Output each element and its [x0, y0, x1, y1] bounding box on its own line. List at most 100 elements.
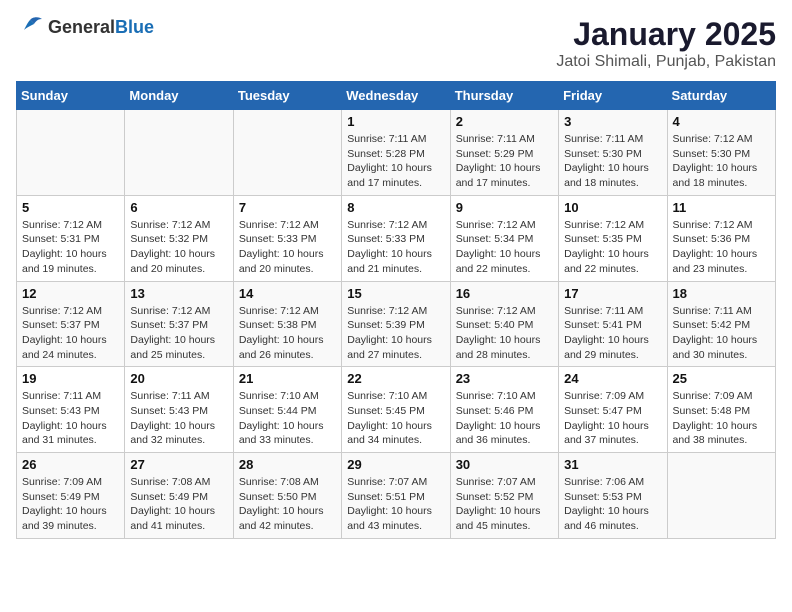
day-number: 14 [239, 286, 336, 301]
calendar-cell: 6 Sunrise: 7:12 AM Sunset: 5:32 PM Daylig… [125, 195, 233, 281]
calendar-header: SundayMondayTuesdayWednesdayThursdayFrid… [17, 82, 776, 110]
day-info: Sunrise: 7:06 AM Sunset: 5:53 PM Dayligh… [564, 475, 661, 534]
calendar-cell: 18 Sunrise: 7:11 AM Sunset: 5:42 PM Dayli… [667, 281, 775, 367]
day-info: Sunrise: 7:11 AM Sunset: 5:42 PM Dayligh… [673, 304, 770, 363]
weekday-header-friday: Friday [559, 82, 667, 110]
day-number: 31 [564, 457, 661, 472]
calendar-cell [667, 453, 775, 539]
calendar-week-row: 1Sunrise: 7:11 AM Sunset: 5:28 PM Daylig… [17, 110, 776, 196]
day-number: 7 [239, 200, 336, 215]
logo: GeneralBlue [16, 16, 154, 38]
weekday-header-saturday: Saturday [667, 82, 775, 110]
calendar-cell: 12 Sunrise: 7:12 AM Sunset: 5:37 PM Dayli… [17, 281, 125, 367]
page-header: GeneralBlue January 2025 Jatoi Shimali, … [16, 16, 776, 71]
day-number: 13 [130, 286, 227, 301]
day-info: Sunrise: 7:10 AM Sunset: 5:46 PM Dayligh… [456, 389, 553, 448]
day-info: Sunrise: 7:09 AM Sunset: 5:49 PM Dayligh… [22, 475, 119, 534]
logo-general: General [48, 17, 115, 37]
day-info: Sunrise: 7:11 AM Sunset: 5:41 PM Dayligh… [564, 304, 661, 363]
day-info: Sunrise: 7:12 AM Sunset: 5:37 PM Dayligh… [22, 304, 119, 363]
day-info: Sunrise: 7:09 AM Sunset: 5:47 PM Dayligh… [564, 389, 661, 448]
day-info: Sunrise: 7:12 AM Sunset: 5:35 PM Dayligh… [564, 218, 661, 277]
calendar-week-row: 26 Sunrise: 7:09 AM Sunset: 5:49 PM Dayli… [17, 453, 776, 539]
day-number: 2 [456, 114, 553, 129]
calendar-week-row: 5 Sunrise: 7:12 AM Sunset: 5:31 PM Daylig… [17, 195, 776, 281]
calendar-cell: 28 Sunrise: 7:08 AM Sunset: 5:50 PM Dayli… [233, 453, 341, 539]
day-info: Sunrise: 7:12 AM Sunset: 5:30 PM Dayligh… [673, 132, 770, 191]
day-info: Sunrise: 7:12 AM Sunset: 5:31 PM Dayligh… [22, 218, 119, 277]
calendar-subtitle: Jatoi Shimali, Punjab, Pakistan [556, 53, 776, 71]
calendar-cell: 30 Sunrise: 7:07 AM Sunset: 5:52 PM Dayli… [450, 453, 558, 539]
calendar-cell: 9 Sunrise: 7:12 AM Sunset: 5:34 PM Daylig… [450, 195, 558, 281]
day-info: Sunrise: 7:08 AM Sunset: 5:50 PM Dayligh… [239, 475, 336, 534]
calendar-cell: 13 Sunrise: 7:12 AM Sunset: 5:37 PM Dayli… [125, 281, 233, 367]
day-info: Sunrise: 7:11 AM Sunset: 5:30 PM Dayligh… [564, 132, 661, 191]
day-info: Sunrise: 7:10 AM Sunset: 5:45 PM Dayligh… [347, 389, 444, 448]
calendar-cell: 17 Sunrise: 7:11 AM Sunset: 5:41 PM Dayli… [559, 281, 667, 367]
calendar-cell: 26 Sunrise: 7:09 AM Sunset: 5:49 PM Dayli… [17, 453, 125, 539]
day-info: Sunrise: 7:07 AM Sunset: 5:52 PM Dayligh… [456, 475, 553, 534]
calendar-week-row: 12 Sunrise: 7:12 AM Sunset: 5:37 PM Dayli… [17, 281, 776, 367]
day-number: 16 [456, 286, 553, 301]
day-info: Sunrise: 7:12 AM Sunset: 5:39 PM Dayligh… [347, 304, 444, 363]
calendar-cell: 5 Sunrise: 7:12 AM Sunset: 5:31 PM Daylig… [17, 195, 125, 281]
day-info: Sunrise: 7:12 AM Sunset: 5:33 PM Dayligh… [239, 218, 336, 277]
calendar-cell: 16 Sunrise: 7:12 AM Sunset: 5:40 PM Dayli… [450, 281, 558, 367]
day-number: 9 [456, 200, 553, 215]
day-info: Sunrise: 7:11 AM Sunset: 5:43 PM Dayligh… [130, 389, 227, 448]
day-number: 18 [673, 286, 770, 301]
title-block: January 2025 Jatoi Shimali, Punjab, Paki… [556, 16, 776, 71]
day-number: 23 [456, 371, 553, 386]
day-info: Sunrise: 7:10 AM Sunset: 5:44 PM Dayligh… [239, 389, 336, 448]
day-number: 4 [673, 114, 770, 129]
weekday-header-thursday: Thursday [450, 82, 558, 110]
day-number: 22 [347, 371, 444, 386]
calendar-cell [233, 110, 341, 196]
day-number: 12 [22, 286, 119, 301]
day-number: 8 [347, 200, 444, 215]
day-number: 1 [347, 114, 444, 129]
day-info: Sunrise: 7:12 AM Sunset: 5:37 PM Dayligh… [130, 304, 227, 363]
calendar-body: 1Sunrise: 7:11 AM Sunset: 5:28 PM Daylig… [17, 110, 776, 539]
day-number: 10 [564, 200, 661, 215]
day-number: 19 [22, 371, 119, 386]
weekday-row: SundayMondayTuesdayWednesdayThursdayFrid… [17, 82, 776, 110]
calendar-cell: 20 Sunrise: 7:11 AM Sunset: 5:43 PM Dayli… [125, 367, 233, 453]
calendar-cell: 24Sunrise: 7:09 AM Sunset: 5:47 PM Dayli… [559, 367, 667, 453]
day-number: 20 [130, 371, 227, 386]
day-number: 26 [22, 457, 119, 472]
calendar-cell: 14 Sunrise: 7:12 AM Sunset: 5:38 PM Dayli… [233, 281, 341, 367]
calendar-table: SundayMondayTuesdayWednesdayThursdayFrid… [16, 81, 776, 539]
day-info: Sunrise: 7:12 AM Sunset: 5:32 PM Dayligh… [130, 218, 227, 277]
day-info: Sunrise: 7:08 AM Sunset: 5:49 PM Dayligh… [130, 475, 227, 534]
day-info: Sunrise: 7:12 AM Sunset: 5:34 PM Dayligh… [456, 218, 553, 277]
day-info: Sunrise: 7:12 AM Sunset: 5:38 PM Dayligh… [239, 304, 336, 363]
day-info: Sunrise: 7:12 AM Sunset: 5:40 PM Dayligh… [456, 304, 553, 363]
day-info: Sunrise: 7:09 AM Sunset: 5:48 PM Dayligh… [673, 389, 770, 448]
calendar-cell: 27 Sunrise: 7:08 AM Sunset: 5:49 PM Dayli… [125, 453, 233, 539]
logo-icon [16, 16, 44, 38]
calendar-cell: 8 Sunrise: 7:12 AM Sunset: 5:33 PM Daylig… [342, 195, 450, 281]
calendar-cell: 23 Sunrise: 7:10 AM Sunset: 5:46 PM Dayli… [450, 367, 558, 453]
day-info: Sunrise: 7:11 AM Sunset: 5:29 PM Dayligh… [456, 132, 553, 191]
day-number: 29 [347, 457, 444, 472]
day-number: 21 [239, 371, 336, 386]
day-number: 5 [22, 200, 119, 215]
day-number: 30 [456, 457, 553, 472]
weekday-header-sunday: Sunday [17, 82, 125, 110]
day-number: 25 [673, 371, 770, 386]
calendar-cell: 3Sunrise: 7:11 AM Sunset: 5:30 PM Daylig… [559, 110, 667, 196]
calendar-cell: 19Sunrise: 7:11 AM Sunset: 5:43 PM Dayli… [17, 367, 125, 453]
day-number: 17 [564, 286, 661, 301]
calendar-cell: 11Sunrise: 7:12 AM Sunset: 5:36 PM Dayli… [667, 195, 775, 281]
calendar-cell [125, 110, 233, 196]
day-info: Sunrise: 7:12 AM Sunset: 5:33 PM Dayligh… [347, 218, 444, 277]
calendar-cell [17, 110, 125, 196]
calendar-cell: 29Sunrise: 7:07 AM Sunset: 5:51 PM Dayli… [342, 453, 450, 539]
calendar-cell: 15Sunrise: 7:12 AM Sunset: 5:39 PM Dayli… [342, 281, 450, 367]
day-number: 6 [130, 200, 227, 215]
calendar-cell: 31 Sunrise: 7:06 AM Sunset: 5:53 PM Dayli… [559, 453, 667, 539]
day-number: 28 [239, 457, 336, 472]
calendar-cell: 22 Sunrise: 7:10 AM Sunset: 5:45 PM Dayli… [342, 367, 450, 453]
day-number: 27 [130, 457, 227, 472]
